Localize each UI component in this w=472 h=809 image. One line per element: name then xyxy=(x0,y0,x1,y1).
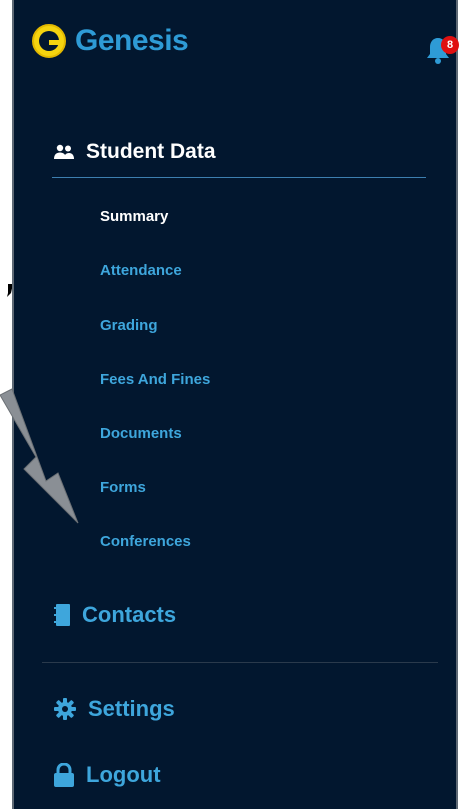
address-book-icon xyxy=(54,604,70,626)
divider xyxy=(42,662,438,663)
sub-item-forms[interactable]: Forms xyxy=(100,479,146,496)
sub-item-summary[interactable]: Summary xyxy=(100,208,168,225)
nav-item-label: Logout xyxy=(86,762,161,787)
logo-g-icon xyxy=(32,24,66,58)
nav-item-contacts[interactable]: Contacts xyxy=(54,602,176,628)
nav-item-settings[interactable]: Settings xyxy=(54,696,175,722)
logo-text: Genesis xyxy=(75,24,189,57)
divider xyxy=(52,177,426,178)
nav-item-logout[interactable]: Logout xyxy=(54,762,161,788)
section-title: Student Data xyxy=(86,140,216,163)
section-student-data[interactable]: Student Data xyxy=(54,140,216,164)
sub-item-grading[interactable]: Grading xyxy=(100,317,158,334)
gear-icon xyxy=(54,698,76,720)
sub-item-documents[interactable]: Documents xyxy=(100,425,182,442)
nav-item-label: Contacts xyxy=(82,602,177,627)
annotation-arrow xyxy=(0,388,79,524)
notification-badge[interactable]: 8 xyxy=(441,36,459,54)
lock-icon xyxy=(54,763,74,787)
users-icon xyxy=(54,144,74,159)
sub-item-fees-and-fines[interactable]: Fees And Fines xyxy=(100,371,210,388)
nav-item-label: Settings xyxy=(88,696,175,721)
sub-item-attendance[interactable]: Attendance xyxy=(100,262,182,279)
genesis-logo[interactable]: Genesis xyxy=(32,24,189,58)
top-bar: Genesis 8 xyxy=(14,0,459,95)
sub-item-conferences[interactable]: Conferences xyxy=(100,533,191,550)
